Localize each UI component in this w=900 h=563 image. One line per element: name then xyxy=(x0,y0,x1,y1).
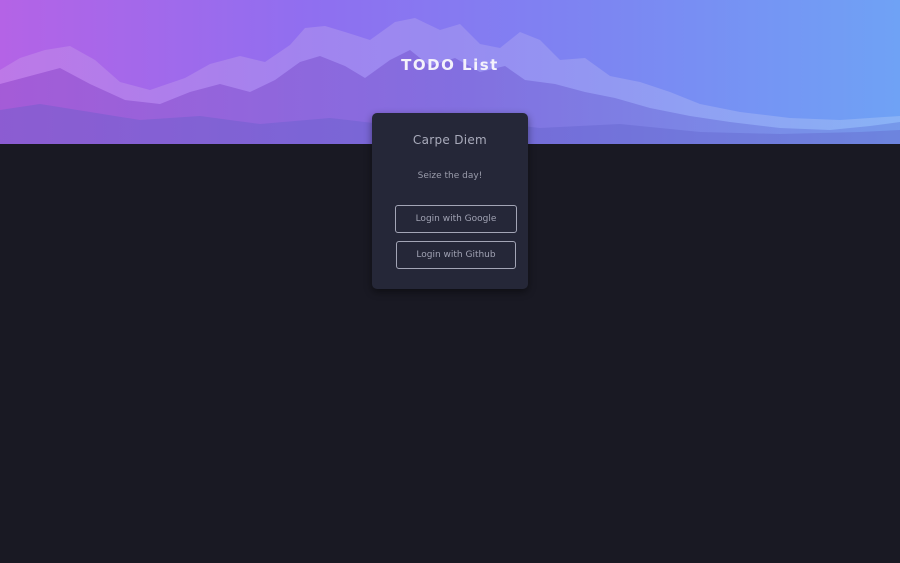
card-subtitle: Seize the day! xyxy=(417,171,483,181)
login-with-google-button[interactable]: Login with Google xyxy=(395,205,517,233)
card-title: Carpe Diem xyxy=(412,133,488,147)
login-card: Carpe Diem Seize the day! Login with Goo… xyxy=(372,113,528,289)
page: TODO List Carpe Diem Seize the day! Logi… xyxy=(0,0,900,563)
app-title: TODO List xyxy=(401,56,499,74)
login-with-github-button[interactable]: Login with Github xyxy=(396,241,516,269)
